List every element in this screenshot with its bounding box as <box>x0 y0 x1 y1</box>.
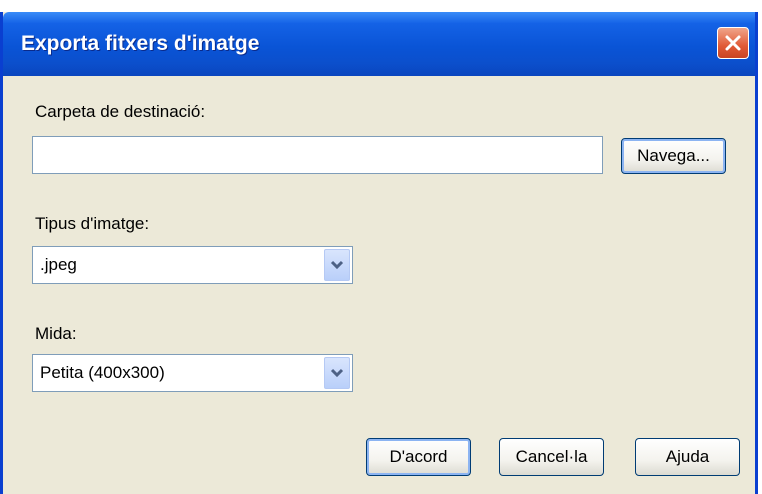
title-bar[interactable]: Exporta fitxers d'imatge <box>3 12 755 76</box>
image-type-select[interactable]: .jpeg <box>32 246 353 284</box>
destination-input[interactable] <box>32 136 603 174</box>
chevron-down-icon <box>330 368 344 378</box>
help-button[interactable]: Ajuda <box>635 438 740 476</box>
size-dropdown-button[interactable] <box>324 357 350 389</box>
cancel-button[interactable]: Cancel·la <box>499 438 604 476</box>
image-type-dropdown-button[interactable] <box>324 249 350 281</box>
image-type-value: .jpeg <box>40 255 77 274</box>
destination-label: Carpeta de destinació: <box>35 102 206 121</box>
size-select[interactable]: Petita (400x300) <box>32 354 353 392</box>
close-icon <box>725 35 741 51</box>
chevron-down-icon <box>330 260 344 270</box>
size-label: Mida: <box>35 324 77 343</box>
ok-button[interactable]: D'acord <box>366 438 471 476</box>
image-type-label: Tipus d'imatge: <box>35 214 150 233</box>
close-button[interactable] <box>717 27 749 59</box>
dialog-title: Exporta fitxers d'imatge <box>21 32 260 55</box>
export-dialog: Exporta fitxers d'imatge Carpeta de dest… <box>0 12 758 494</box>
browse-button[interactable]: Navega... <box>621 138 726 174</box>
size-value: Petita (400x300) <box>40 363 165 382</box>
